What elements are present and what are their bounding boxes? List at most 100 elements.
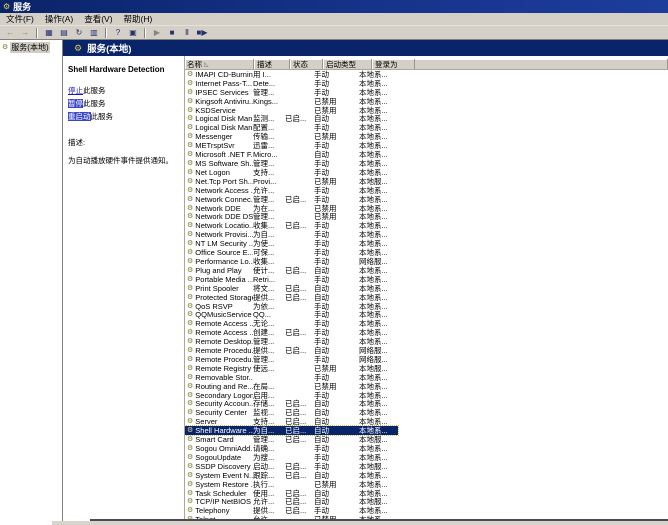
restart-service-icon[interactable]: ■▶ (195, 27, 209, 40)
service-gear-icon: ⚙ (187, 178, 193, 185)
service-name-text: Network DDE (195, 204, 240, 213)
service-name-cell: ⚙Security Accoun... (185, 399, 253, 408)
service-name-cell: ⚙Network DDE DS... (185, 212, 253, 221)
refresh-icon[interactable]: ↻ (72, 27, 86, 40)
help-icon[interactable]: ? (111, 27, 125, 40)
service-name-text: Remote Desktop... (195, 337, 253, 346)
column-header-startup[interactable]: 启动类型 (323, 59, 372, 69)
tree-node-services-local[interactable]: ⚙ 服务(本地) (0, 40, 62, 54)
service-name-text: MS Software Sh... (195, 159, 253, 168)
service-name-text: SogouUpdate (195, 453, 241, 462)
menu-item[interactable]: 查看(V) (84, 13, 112, 25)
service-gear-icon: ⚙ (187, 196, 193, 203)
service-name-cell: ⚙Network Access ... (185, 186, 253, 195)
service-name-text: Security Accoun... (195, 399, 253, 408)
window-bottom-frame (52, 521, 668, 525)
back-icon[interactable]: ← (3, 27, 17, 40)
service-gear-icon: ⚙ (187, 383, 193, 390)
service-name-cell: ⚙Portable Media ... (185, 275, 253, 284)
service-name-cell: ⚙Internet Pass-T... (185, 79, 253, 88)
service-name-cell: ⚙Remote Registry (185, 364, 253, 373)
service-gear-icon: ⚙ (187, 436, 193, 443)
service-name-cell: ⚙Network Provisi... (185, 230, 253, 239)
service-name-cell: ⚙Smart Card (185, 435, 253, 444)
title-bar[interactable]: ⚙ 服务 (0, 0, 668, 13)
service-gear-icon: ⚙ (187, 374, 193, 381)
service-rows: ⚙IMAPI CD-Burnin...用 I...手动本地系...⚙Intern… (185, 70, 668, 525)
window-icon[interactable]: ▣ (126, 27, 140, 40)
service-name-text: Network Provisi... (195, 230, 253, 239)
export-list-icon[interactable]: ▥ (87, 27, 101, 40)
service-name-cell: ⚙IMAPI CD-Burnin... (185, 70, 253, 79)
service-gear-icon: ⚙ (187, 276, 193, 283)
service-gear-icon: ⚙ (187, 285, 193, 292)
main-area: ⚙ 服务(本地) ⚙ 服务(本地) Shell Hardware Detecti… (0, 39, 668, 525)
service-name-text: System Restore ... (195, 480, 253, 489)
service-name-text: Protected Storage (195, 293, 253, 302)
service-gear-icon: ⚙ (187, 303, 193, 310)
service-desc-cell: 使远... (253, 363, 285, 374)
service-gear-icon: ⚙ (187, 71, 193, 78)
services-window: ⚙ 服务 文件(F)操作(A)查看(V)帮助(H) ←→▦▤↻▥?▣▶■Ⅱ■▶ … (0, 0, 668, 525)
service-name-text: Remote Procedu... (195, 355, 253, 364)
properties-icon[interactable]: ▤ (57, 27, 71, 40)
service-name-text: Task Scheduler (195, 489, 246, 498)
service-name-text: Internet Pass-T... (195, 79, 252, 88)
service-name-cell: ⚙Remote Desktop... (185, 337, 253, 346)
service-name-text: Portable Media ... (195, 275, 253, 284)
service-name-cell: ⚙NT LM Security ... (185, 239, 253, 248)
service-name-cell: ⚙QQMusicService (185, 310, 253, 319)
service-gear-icon: ⚙ (187, 240, 193, 247)
service-gear-icon: ⚙ (187, 107, 193, 114)
service-name-text: Routing and Re... (195, 382, 253, 391)
service-name-cell: ⚙TCP/IP NetBIOS ... (185, 497, 253, 506)
column-header-logon[interactable]: 登录为 (372, 59, 415, 69)
service-gear-icon: ⚙ (187, 454, 193, 461)
service-gear-icon: ⚙ (187, 142, 193, 149)
description-label: 描述: (68, 137, 181, 148)
service-status-cell: 已启... (285, 292, 314, 303)
stop-service-icon[interactable]: ■ (165, 27, 179, 40)
forward-icon[interactable]: → (18, 27, 32, 40)
column-header-desc[interactable]: 描述 (254, 59, 290, 69)
service-name-text: System Event N... (195, 471, 253, 480)
column-header-status[interactable]: 状态 (290, 59, 323, 69)
service-gear-icon: ⚙ (187, 89, 193, 96)
menu-item[interactable]: 文件(F) (6, 13, 34, 25)
service-action-link[interactable]: 停止此服务 (68, 85, 181, 96)
start-service-icon[interactable]: ▶ (150, 27, 164, 40)
link-action-text: 停止 (68, 86, 83, 95)
service-name-cell: ⚙QoS RSVP (185, 302, 253, 311)
services-banner-icon: ⚙ (74, 44, 82, 53)
toolbar-separator (105, 28, 107, 38)
service-name-cell: ⚙Server (185, 417, 253, 426)
link-rest-text: 此服务 (83, 99, 106, 108)
service-name-cell: ⚙Network Locatio... (185, 221, 253, 230)
service-name-cell: ⚙Logical Disk Man... (185, 114, 253, 123)
service-action-link[interactable]: 暂停此服务 (68, 98, 181, 109)
service-name-text: Network DDE DS... (195, 212, 253, 221)
menu-bar: 文件(F) 操作(A) 查看(V) 帮助(H) (0, 13, 668, 26)
service-name-text: Removable Stor... (195, 373, 253, 382)
pause-service-icon[interactable]: Ⅱ (180, 27, 194, 40)
service-gear-icon: ⚙ (187, 329, 193, 336)
service-name-text: Plug and Play (195, 266, 241, 275)
service-name-text: IMAPI CD-Burnin... (195, 70, 253, 79)
show-tree-icon[interactable]: ▦ (42, 27, 56, 40)
service-gear-icon: ⚙ (187, 400, 193, 407)
service-gear-icon: ⚙ (187, 231, 193, 238)
service-name-cell: ⚙Remote Procedu... (185, 355, 253, 364)
service-status-cell: 已启... (285, 220, 314, 231)
menu-item[interactable]: 操作(A) (45, 13, 73, 25)
service-name-cell: ⚙Office Source E... (185, 248, 253, 257)
service-name-cell: ⚙Shell Hardware ... (185, 426, 253, 435)
service-name-text: Remote Access ... (195, 328, 253, 337)
service-status-cell: 已启... (285, 113, 314, 124)
service-name-cell: ⚙MS Software Sh... (185, 159, 253, 168)
column-header-name[interactable]: 名称◺ (185, 59, 254, 69)
menu-item[interactable]: 帮助(H) (124, 13, 153, 25)
service-status-cell: 已启... (285, 265, 314, 276)
services-banner: ⚙ 服务(本地) (63, 40, 668, 56)
service-action-link[interactable]: 重启动此服务 (68, 111, 181, 122)
link-action-text: 重启动 (68, 112, 91, 121)
